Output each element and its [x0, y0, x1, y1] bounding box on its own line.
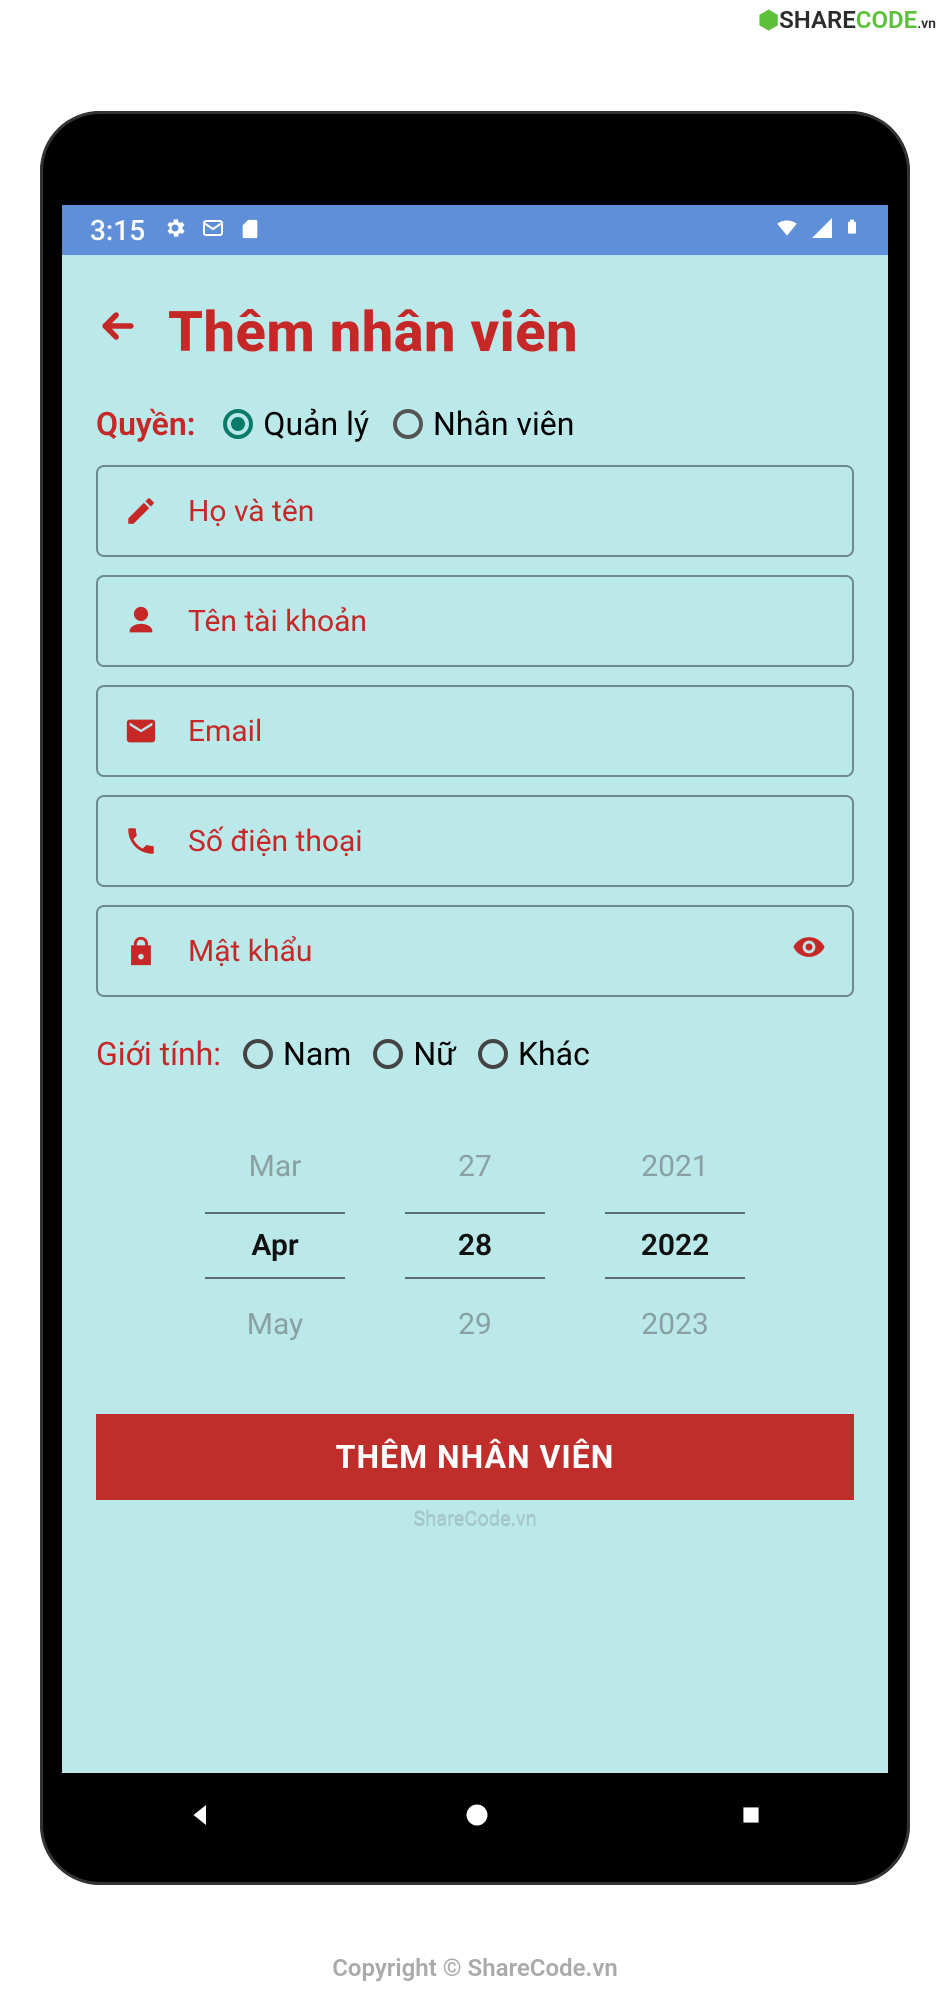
wifi-icon: [774, 214, 800, 247]
gender-option-female[interactable]: Nữ: [373, 1035, 456, 1073]
status-icons-right: [774, 214, 860, 247]
phone-placeholder: Số điện thoại: [188, 824, 363, 859]
month-prev: Mar: [249, 1149, 302, 1184]
edit-icon: [124, 494, 158, 528]
nav-back-button[interactable]: [186, 1800, 216, 1837]
gender-label: Giới tính:: [96, 1035, 221, 1073]
year-current: 2022: [605, 1212, 745, 1279]
phone-frame: 3:15: [40, 111, 910, 1885]
password-field[interactable]: Mật khẩu: [96, 905, 854, 997]
role-row: Quyền: Quản lý Nhân viên: [96, 405, 854, 443]
sd-card-icon: [239, 214, 261, 247]
android-nav-bar: [62, 1773, 888, 1863]
day-next: 29: [458, 1307, 492, 1342]
fullname-placeholder: Họ và tên: [188, 494, 314, 529]
battery-icon: [844, 214, 860, 247]
role-option-label: Nhân viên: [433, 405, 574, 443]
month-current: Apr: [205, 1212, 345, 1279]
signal-icon: [810, 214, 834, 247]
gender-option-male[interactable]: Nam: [243, 1035, 351, 1073]
watermark-bottom: Copyright © ShareCode.vn: [0, 1954, 950, 1982]
email-placeholder: Email: [188, 714, 262, 749]
watermark-inline: ShareCode.vn: [96, 1506, 854, 1530]
gender-option-label: Nam: [283, 1035, 351, 1073]
status-bar: 3:15: [62, 205, 888, 255]
radio-icon: [373, 1039, 403, 1069]
submit-button[interactable]: THÊM NHÂN VIÊN: [96, 1414, 854, 1500]
watermark-top: ⬢SHARECODE.vn: [758, 6, 936, 34]
role-option-label: Quản lý: [263, 405, 369, 443]
month-next: May: [247, 1307, 303, 1342]
lock-icon: [124, 934, 158, 968]
mail-icon: [201, 214, 225, 247]
fullname-field[interactable]: Họ và tên: [96, 465, 854, 557]
month-column[interactable]: Mar Apr May: [205, 1149, 345, 1342]
email-field[interactable]: Email: [96, 685, 854, 777]
date-picker[interactable]: Mar Apr May 27 28 29 2021 2022 2023: [96, 1149, 854, 1342]
nav-home-button[interactable]: [463, 1801, 491, 1836]
year-prev: 2021: [641, 1149, 708, 1184]
status-icons-left: [163, 214, 261, 247]
gender-option-other[interactable]: Khác: [478, 1035, 590, 1073]
role-option-manager[interactable]: Quản lý: [223, 405, 369, 443]
person-icon: [124, 604, 158, 638]
year-next: 2023: [641, 1307, 708, 1342]
phone-icon: [124, 824, 158, 858]
password-placeholder: Mật khẩu: [188, 934, 312, 969]
settings-icon: [163, 214, 187, 247]
username-field[interactable]: Tên tài khoản: [96, 575, 854, 667]
role-label: Quyền:: [96, 405, 195, 443]
radio-icon: [478, 1039, 508, 1069]
year-column[interactable]: 2021 2022 2023: [605, 1149, 745, 1342]
gender-option-label: Khác: [518, 1035, 590, 1073]
gender-option-label: Nữ: [413, 1035, 456, 1073]
header: Thêm nhân viên: [96, 299, 854, 365]
day-column[interactable]: 27 28 29: [405, 1149, 545, 1342]
phone-screen: 3:15: [62, 133, 888, 1863]
back-button[interactable]: [96, 304, 140, 360]
page-root: ⬢SHARECODE.vn 3:15: [0, 0, 950, 1996]
radio-icon: [223, 409, 253, 439]
radio-icon: [393, 409, 423, 439]
status-time: 3:15: [90, 214, 145, 247]
gender-row: Giới tính: Nam Nữ Khác: [96, 1035, 854, 1073]
radio-icon: [243, 1039, 273, 1069]
nav-recent-button[interactable]: [738, 1802, 764, 1835]
phone-field[interactable]: Số điện thoại: [96, 795, 854, 887]
day-prev: 27: [458, 1149, 492, 1184]
email-icon: [124, 714, 158, 748]
day-current: 28: [405, 1212, 545, 1279]
page-title: Thêm nhân viên: [168, 299, 578, 365]
app-content: Thêm nhân viên Quyền: Quản lý Nhân viên: [62, 255, 888, 1773]
username-placeholder: Tên tài khoản: [188, 604, 367, 639]
role-option-employee[interactable]: Nhân viên: [393, 405, 574, 443]
toggle-password-visibility[interactable]: [792, 930, 826, 972]
